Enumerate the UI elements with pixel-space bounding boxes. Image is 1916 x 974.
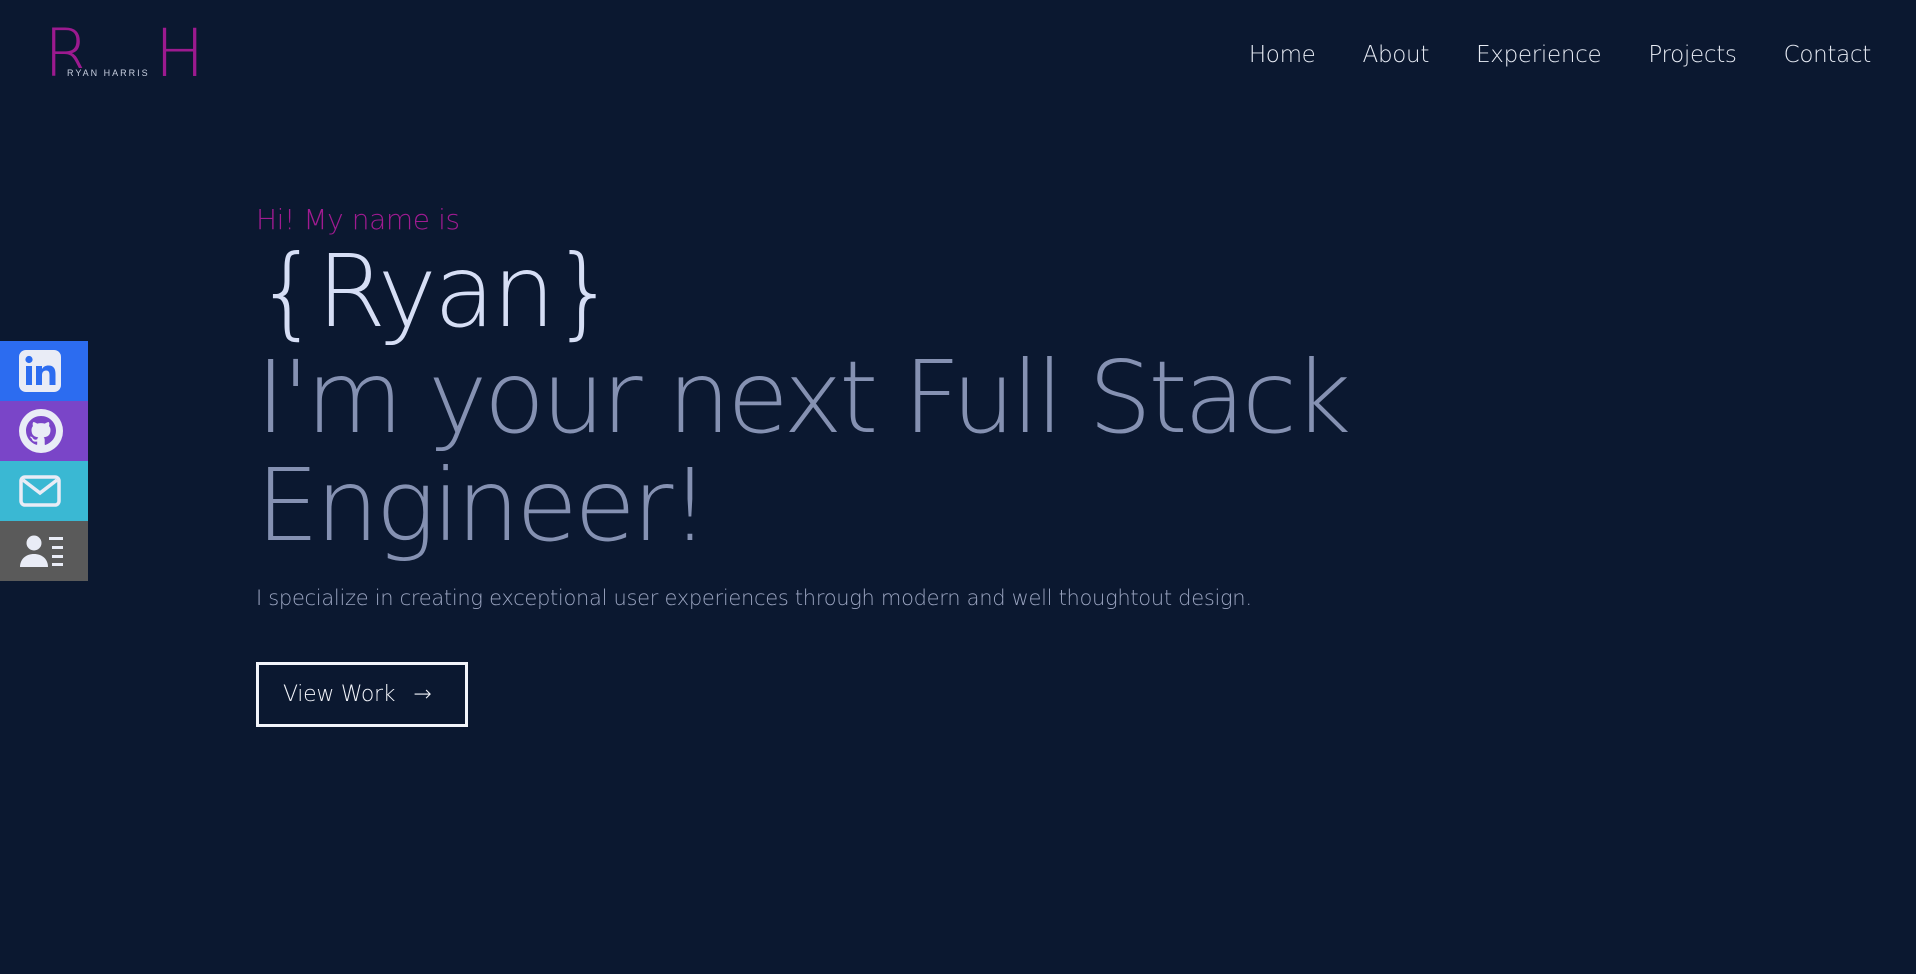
view-work-label: View Work — [283, 682, 396, 707]
site-logo[interactable]: R H RYAN HARRIS — [44, 18, 204, 90]
main-nav: Home About Experience Projects Contact — [1249, 42, 1871, 68]
logo-subtitle: RYAN HARRIS — [64, 68, 153, 78]
view-work-button[interactable]: View Work → — [256, 662, 468, 727]
github-icon — [19, 409, 63, 453]
social-sidebar — [0, 341, 88, 581]
hero-tagline: I'm your next Full Stack Engineer! — [256, 339, 1351, 564]
nav-link-experience[interactable]: Experience — [1476, 42, 1602, 68]
hero-name: {Ryan} — [256, 233, 616, 350]
resume-link[interactable] — [0, 521, 88, 581]
github-link[interactable] — [0, 401, 88, 461]
nav-link-home[interactable]: Home — [1249, 42, 1316, 68]
portfolio-page: R H RYAN HARRIS Home About Experience Pr… — [0, 0, 1916, 974]
linkedin-icon — [19, 350, 61, 392]
linkedin-link[interactable] — [0, 341, 88, 401]
nav-link-about[interactable]: About — [1363, 42, 1430, 68]
mail-icon — [19, 475, 61, 507]
contact-card-icon — [20, 535, 63, 567]
nav-link-projects[interactable]: Projects — [1648, 42, 1737, 68]
hero-section: Hi! My name is {Ryan} I'm your next Full… — [256, 202, 1456, 727]
logo-letters: R H — [44, 15, 227, 92]
nav-link-contact[interactable]: Contact — [1784, 42, 1872, 68]
hero-description: I specialize in creating exceptional use… — [256, 586, 1252, 610]
email-link[interactable] — [0, 461, 88, 521]
arrow-right-icon: → — [413, 682, 432, 707]
